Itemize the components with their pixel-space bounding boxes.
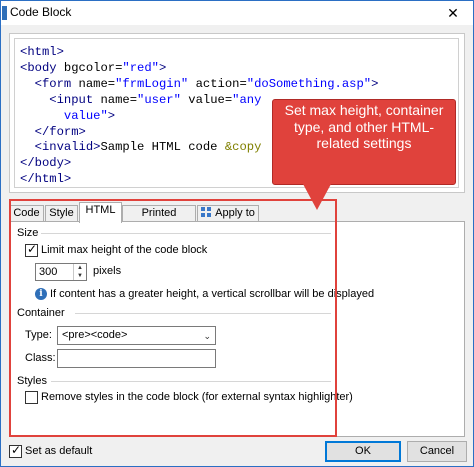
container-type-select[interactable]: <pre><code> ⌄ [57,326,216,345]
styles-divider [51,381,331,382]
app-icon [2,6,7,20]
styles-group-label: Styles [17,375,47,387]
class-label: Class: [25,352,56,364]
height-value: 300 [39,266,58,278]
size-group-label: Size [17,227,39,239]
close-button[interactable]: ✕ [433,1,473,25]
size-divider [41,233,331,234]
tab-apply-to-label: Apply to [215,207,255,219]
container-type-value: <pre><code> [62,329,128,341]
set-default-checkbox[interactable]: ✓ [9,443,22,458]
tab-apply-to[interactable]: Apply to [197,205,259,222]
code-line: <body bgcolor="red"> [20,60,167,75]
window-title: Code Block [10,5,72,19]
remove-styles-checkbox[interactable] [25,391,38,404]
code-line: <form name="frmLogin" action="doSomethin… [34,76,379,91]
class-input[interactable] [57,349,216,368]
ok-button[interactable]: OK [325,441,401,462]
tab-code[interactable]: Code [9,205,44,222]
checkmark-icon: ✓ [27,242,38,256]
cancel-button[interactable]: Cancel [407,441,467,462]
code-block-dialog: Code Block ✕ <html> <body bgcolor="red"> … [0,0,474,467]
spin-down-icon[interactable]: ▼ [74,272,86,280]
type-label: Type: [25,329,52,341]
info-icon: i [35,288,47,300]
pixels-label: pixels [93,265,122,277]
tab-style[interactable]: Style [45,205,78,222]
callout-pointer [303,184,331,210]
spinner-buttons: ▲ ▼ [73,264,86,280]
set-default-label: Set as default [25,445,93,457]
checkmark-icon: ✓ [11,443,22,457]
close-icon: ✕ [447,4,459,21]
remove-styles-label: Remove styles in the code block (for ext… [41,391,353,403]
tab-printed-manual[interactable]: Printed Manual [122,205,196,234]
container-group-label: Container [17,307,65,319]
height-spinner[interactable]: 300 ▲ ▼ [35,263,87,281]
spin-up-icon[interactable]: ▲ [74,264,86,272]
limit-height-label: Limit max height of the code block [41,244,208,256]
code-line: <html> [20,45,64,59]
callout-annotation: Set max height, container type, and othe… [272,99,456,185]
chevron-down-icon: ⌄ [203,331,211,341]
scrollbar-info-text: If content has a greater height, a verti… [50,288,375,300]
grid-icon [201,207,212,217]
title-bar[interactable]: Code Block ✕ [1,1,473,25]
container-divider [75,313,331,314]
limit-height-checkbox[interactable]: ✓ [25,242,38,257]
tab-html[interactable]: HTML [79,202,122,223]
